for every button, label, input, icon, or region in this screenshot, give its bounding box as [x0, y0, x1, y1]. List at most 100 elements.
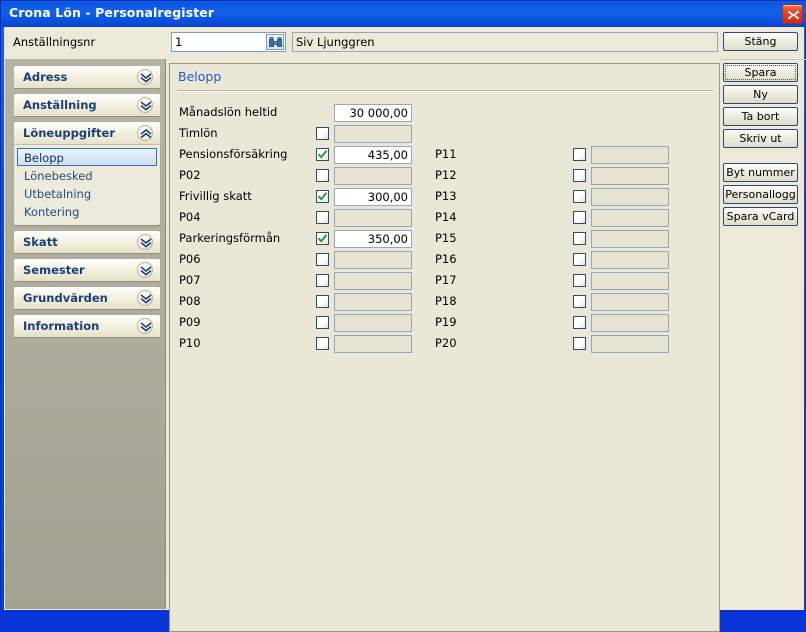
amount-row: Pensionsförsäkring: [179, 146, 418, 164]
sidebar-item-utbetalning[interactable]: Utbetalning: [17, 184, 157, 202]
button-label: Ny: [753, 88, 768, 101]
button-skriv-ut[interactable]: Skriv ut: [723, 129, 798, 148]
amount-row-input[interactable]: [334, 251, 412, 269]
search-employee-button[interactable]: [266, 34, 284, 50]
amount-row-input[interactable]: [591, 188, 669, 206]
button-personallogg[interactable]: Personallogg: [723, 185, 798, 204]
sidebar-group-header[interactable]: Skatt: [14, 231, 160, 253]
chevron-double-up-icon: [140, 129, 152, 139]
chevron-double-down-icon[interactable]: [137, 318, 153, 334]
amount-row: P19: [435, 314, 675, 332]
sidebar-group-header[interactable]: Information: [14, 315, 160, 337]
amount-row-label: P11: [435, 147, 457, 161]
button-label: Stäng: [744, 35, 777, 48]
amount-row: Frivillig skatt: [179, 188, 418, 206]
sidebar-group-l-neuppgifter: Löneuppgifter Belopp Lönebesked Utbetalning…: [14, 122, 160, 225]
amount-row-input[interactable]: [334, 125, 412, 143]
amount-row: P20: [435, 335, 675, 353]
amount-row-input[interactable]: [591, 167, 669, 185]
amount-row-checkbox[interactable]: [573, 190, 586, 203]
sidebar-group-header[interactable]: Semester: [14, 259, 160, 281]
amount-row-label: P07: [179, 273, 201, 287]
amount-row-checkbox[interactable]: [573, 253, 586, 266]
amount-row-input[interactable]: [334, 293, 412, 311]
amount-row-input[interactable]: [591, 335, 669, 353]
employee-number-input[interactable]: [172, 33, 264, 51]
amount-row-checkbox[interactable]: [573, 148, 586, 161]
amount-row: Timlön: [179, 125, 418, 143]
amount-row-checkbox[interactable]: [573, 232, 586, 245]
amount-row-label: Frivillig skatt: [179, 189, 252, 203]
amount-row-input[interactable]: [334, 314, 412, 332]
amount-row-input[interactable]: [334, 230, 412, 248]
amount-row-input[interactable]: [591, 209, 669, 227]
sidebar-group-body: Belopp Lönebesked Utbetalning Kontering: [14, 144, 160, 225]
sidebar-group-anst-llning: Anställning: [14, 94, 160, 116]
button-ta-bort[interactable]: Ta bort: [723, 107, 798, 126]
amount-row: Parkeringsförmån: [179, 230, 418, 248]
amount-row-input[interactable]: [334, 146, 412, 164]
amount-row-checkbox[interactable]: [316, 169, 329, 182]
amount-row-checkbox[interactable]: [573, 337, 586, 350]
sidebar-group-header[interactable]: Löneuppgifter: [14, 122, 160, 144]
employee-number-field[interactable]: [171, 32, 286, 52]
sidebar-group-skatt: Skatt: [14, 231, 160, 253]
amount-row-input[interactable]: [591, 230, 669, 248]
chevron-double-up-icon[interactable]: [137, 125, 153, 141]
button-spara-vcard[interactable]: Spara vCard: [723, 207, 798, 226]
amount-row-checkbox[interactable]: [316, 127, 329, 140]
amount-row-checkbox[interactable]: [573, 316, 586, 329]
button-st-ng[interactable]: Stäng: [723, 32, 798, 51]
sidebar-group-label: Skatt: [23, 235, 58, 249]
amount-row: P04: [179, 209, 418, 227]
sidebar-group-label: Semester: [23, 263, 85, 277]
button-byt-nummer[interactable]: Byt nummer: [723, 163, 798, 182]
amount-row-checkbox[interactable]: [316, 316, 329, 329]
amount-row-input[interactable]: [334, 272, 412, 290]
amount-row-label: P10: [179, 336, 201, 350]
sidebar-item-l-nebesked[interactable]: Lönebesked: [17, 166, 157, 184]
amount-row-checkbox[interactable]: [316, 232, 329, 245]
amount-row-checkbox[interactable]: [573, 274, 586, 287]
amount-row-checkbox[interactable]: [316, 253, 329, 266]
sidebar-item-label: Kontering: [24, 205, 80, 219]
amount-row-checkbox[interactable]: [573, 211, 586, 224]
sidebar-group-header[interactable]: Adress: [14, 66, 160, 88]
amount-row-checkbox[interactable]: [316, 295, 329, 308]
button-label: Ta bort: [741, 110, 780, 123]
amount-row-input[interactable]: [591, 293, 669, 311]
amount-row-input[interactable]: [591, 272, 669, 290]
chevron-double-down-icon[interactable]: [137, 69, 153, 85]
amount-row-checkbox[interactable]: [573, 295, 586, 308]
amount-row-input[interactable]: [591, 251, 669, 269]
close-button[interactable]: [782, 4, 803, 24]
employee-name-field[interactable]: Siv Ljunggren: [292, 32, 718, 52]
chevron-double-down-icon[interactable]: [137, 97, 153, 113]
amount-row-input[interactable]: [334, 335, 412, 353]
button-ny[interactable]: Ny: [723, 85, 798, 104]
amount-row-checkbox[interactable]: [316, 190, 329, 203]
amount-row: P12: [435, 167, 675, 185]
amount-row-input[interactable]: [334, 209, 412, 227]
amount-row-label: Pensionsförsäkring: [179, 147, 288, 161]
amount-row-checkbox[interactable]: [573, 169, 586, 182]
amount-row-input[interactable]: [591, 314, 669, 332]
amount-row-input[interactable]: [591, 146, 669, 164]
chevron-double-down-icon[interactable]: [137, 290, 153, 306]
sidebar-item-kontering[interactable]: Kontering: [17, 202, 157, 220]
chevron-double-down-icon[interactable]: [137, 262, 153, 278]
amount-row-checkbox[interactable]: [316, 148, 329, 161]
amount-row-input[interactable]: [334, 167, 412, 185]
amount-row-input[interactable]: [334, 104, 412, 122]
amount-row-label: P14: [435, 210, 457, 224]
sidebar-group-header[interactable]: Anställning: [14, 94, 160, 116]
amount-row-input[interactable]: [334, 188, 412, 206]
sidebar-group-header[interactable]: Grundvärden: [14, 287, 160, 309]
amount-row-checkbox[interactable]: [316, 337, 329, 350]
amount-row-checkbox[interactable]: [316, 274, 329, 287]
section-divider: [177, 90, 713, 92]
amount-row-checkbox[interactable]: [316, 211, 329, 224]
button-spara[interactable]: Spara: [723, 63, 798, 82]
chevron-double-down-icon[interactable]: [137, 234, 153, 250]
sidebar-item-belopp[interactable]: Belopp: [17, 148, 157, 166]
